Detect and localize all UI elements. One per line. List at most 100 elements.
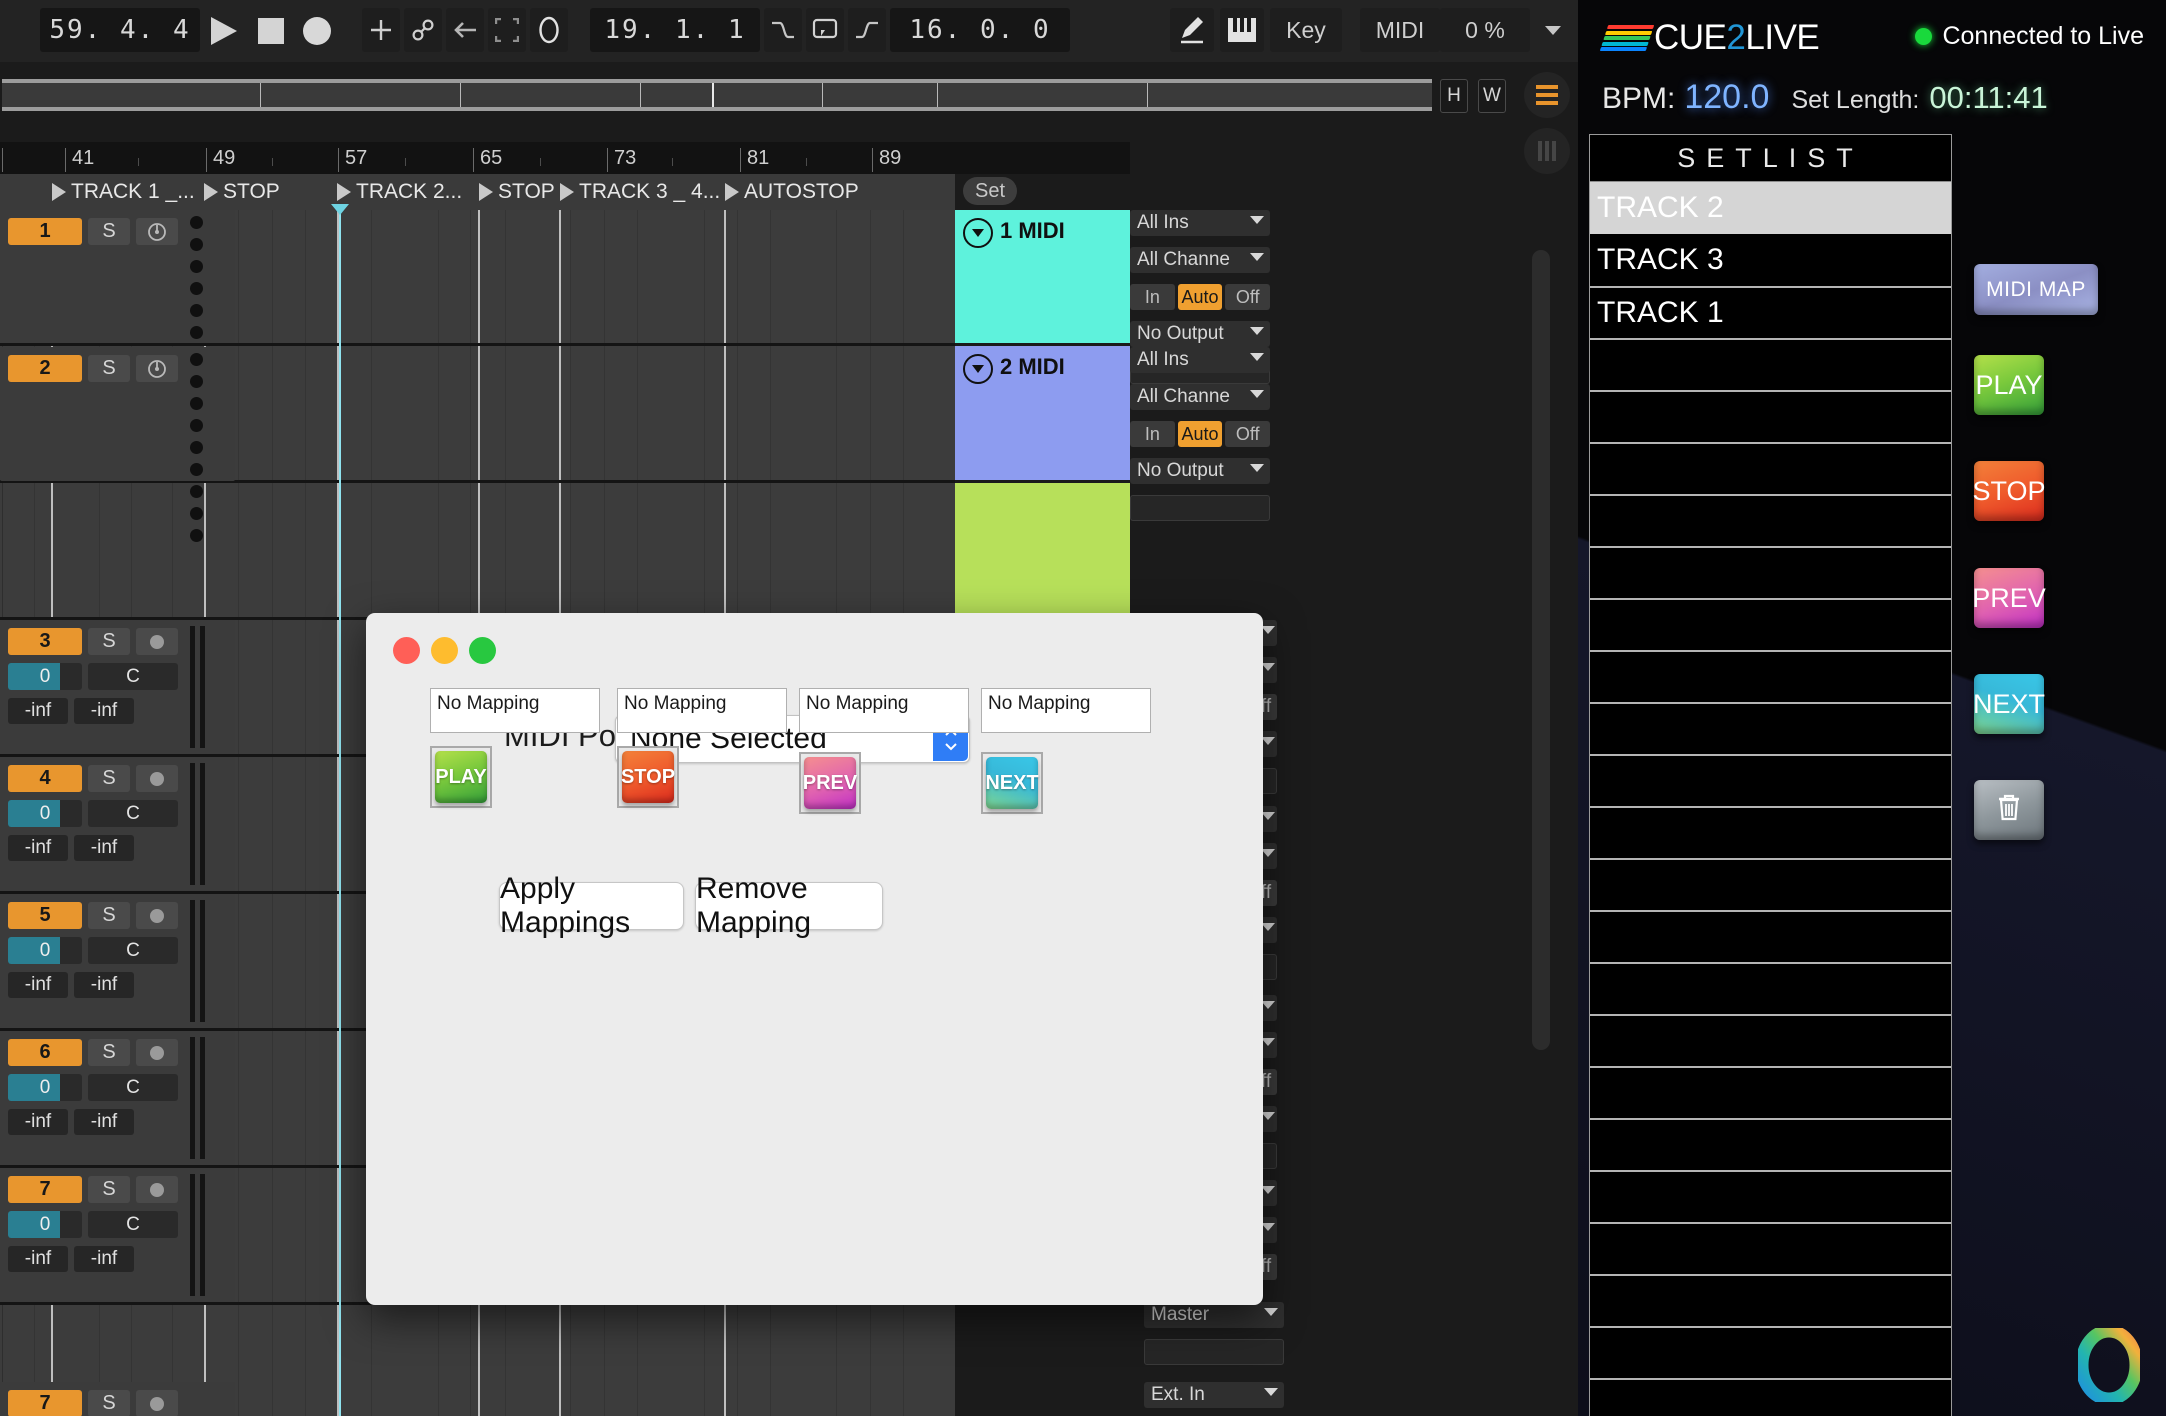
minimize-button[interactable] <box>431 637 458 664</box>
remove-mapping-button[interactable]: Remove Mapping <box>695 882 883 930</box>
input-type-chooser[interactable]: All Ins <box>1130 210 1270 236</box>
pan-letter[interactable]: C <box>88 1211 178 1238</box>
stop-icon[interactable] <box>248 10 294 52</box>
output-channel-chooser[interactable] <box>1144 1339 1284 1365</box>
track-activator[interactable]: 7 <box>8 1390 82 1416</box>
setlist-item[interactable] <box>1590 598 1951 650</box>
solo-button[interactable]: S <box>88 355 130 382</box>
peak-value[interactable]: -inf <box>74 1109 134 1135</box>
record-arm-icon[interactable] <box>136 765 178 792</box>
track-name[interactable]: 1 MIDI <box>955 210 1130 248</box>
setlist-item[interactable] <box>1590 1014 1951 1066</box>
pan-control[interactable]: 0 <box>8 1211 82 1238</box>
locator-marker[interactable]: AUTOSTOP <box>725 174 859 210</box>
stop-button[interactable]: STOP <box>1974 461 2044 521</box>
track-activator[interactable]: 4 <box>8 765 82 792</box>
locator-marker[interactable]: STOP <box>204 174 280 210</box>
solo-button[interactable]: S <box>88 218 130 245</box>
record-arm-icon[interactable] <box>136 355 178 382</box>
setlist-item[interactable]: TRACK 3 <box>1590 234 1951 286</box>
pan-control[interactable]: 0 <box>8 663 82 690</box>
solo-button[interactable]: S <box>88 902 130 929</box>
pan-letter[interactable]: C <box>88 800 178 827</box>
track-activator[interactable]: 1 <box>8 218 82 245</box>
input-type-chooser[interactable]: All Ins <box>1130 347 1270 373</box>
track-activator[interactable]: 2 <box>8 355 82 382</box>
loop-icon[interactable] <box>806 8 844 52</box>
monitor-off-button[interactable]: Off <box>1225 421 1270 447</box>
pan-control[interactable]: 0 <box>8 937 82 964</box>
track-header[interactable]: 2 MIDI <box>955 346 1130 480</box>
chevron-down-icon[interactable] <box>1545 26 1561 35</box>
track-activator[interactable]: 6 <box>8 1039 82 1066</box>
plus-icon[interactable] <box>362 8 400 52</box>
loop-length[interactable]: 16. 0. 0 <box>890 8 1070 52</box>
key-map-button[interactable]: Key <box>1270 8 1342 52</box>
punch-out-icon[interactable] <box>848 8 886 52</box>
volume-value[interactable]: -inf <box>8 972 68 998</box>
arrow-left-icon[interactable] <box>446 8 484 52</box>
locator-marker[interactable]: TRACK 2... <box>337 174 462 210</box>
session-view-icon[interactable] <box>1524 72 1570 118</box>
mapping-field-next[interactable]: No Mapping <box>981 688 1151 733</box>
setlist-item[interactable] <box>1590 1326 1951 1378</box>
volume-value[interactable]: -inf <box>8 698 68 724</box>
peak-value[interactable]: -inf <box>74 698 134 724</box>
solo-button[interactable]: S <box>88 1390 130 1416</box>
metronome-icon[interactable] <box>530 8 568 52</box>
input-type-chooser[interactable]: Ext. In <box>1144 1382 1284 1408</box>
setlist-item[interactable] <box>1590 1066 1951 1118</box>
record-arm-icon[interactable] <box>136 628 178 655</box>
locator-marker[interactable]: STOP <box>479 174 555 210</box>
pencil-icon[interactable] <box>1170 8 1214 52</box>
chevron-down-icon[interactable] <box>963 354 993 384</box>
track-header[interactable]: 1 MIDI <box>955 210 1130 343</box>
punch-in-icon[interactable] <box>764 8 802 52</box>
track-activator[interactable]: 7 <box>8 1176 82 1203</box>
solo-button[interactable]: S <box>88 628 130 655</box>
setlist-item[interactable] <box>1590 650 1951 702</box>
input-channel-chooser[interactable]: All Channe <box>1130 384 1270 410</box>
overview-height-button[interactable]: H <box>1440 79 1468 113</box>
setlist-item[interactable]: TRACK 2 <box>1590 182 1951 234</box>
monitor-auto-button[interactable]: Auto <box>1178 284 1223 310</box>
play-icon[interactable] <box>200 10 246 52</box>
arrangement-view-icon[interactable] <box>1524 128 1570 174</box>
next-button[interactable]: NEXT <box>1974 674 2044 734</box>
monitor-in-button[interactable]: In <box>1130 421 1175 447</box>
solo-button[interactable]: S <box>88 1039 130 1066</box>
vertical-scrollbar[interactable] <box>1532 250 1550 1050</box>
output-type-chooser[interactable]: Master <box>1144 1302 1284 1328</box>
mapping-field-stop[interactable]: No Mapping <box>617 688 787 733</box>
monitor-off-button[interactable]: Off <box>1225 284 1270 310</box>
record-arm-icon[interactable] <box>136 1390 178 1416</box>
play-button[interactable]: PLAY <box>1974 355 2044 415</box>
volume-value[interactable]: -inf <box>8 835 68 861</box>
set-button[interactable]: Set <box>963 177 1017 205</box>
setlist-item[interactable] <box>1590 1274 1951 1326</box>
pad-play[interactable]: PLAY <box>430 746 492 808</box>
setlist-item[interactable] <box>1590 702 1951 754</box>
input-channel-chooser[interactable]: All Channe <box>1130 247 1270 273</box>
midi-mapping-dialog[interactable]: MIDI Port: None Selected No Mapping No M… <box>366 613 1263 1305</box>
setlist-item[interactable] <box>1590 390 1951 442</box>
setlist-item[interactable] <box>1590 754 1951 806</box>
solo-button[interactable]: S <box>88 1176 130 1203</box>
crop-icon[interactable] <box>488 8 526 52</box>
monitor-auto-button[interactable]: Auto <box>1178 421 1223 447</box>
pan-control[interactable]: 0 <box>8 1074 82 1101</box>
close-button[interactable] <box>393 637 420 664</box>
pan-control[interactable]: 0 <box>8 800 82 827</box>
locator-marker[interactable]: TRACK 1 _... <box>52 174 195 210</box>
setlist-item[interactable] <box>1590 338 1951 390</box>
setlist-item[interactable]: TRACK 1 <box>1590 286 1951 338</box>
overview-width-button[interactable]: W <box>1478 79 1506 113</box>
setlist-item[interactable] <box>1590 442 1951 494</box>
record-arm-icon[interactable] <box>136 218 178 245</box>
peak-value[interactable]: -inf <box>74 835 134 861</box>
record-arm-icon[interactable] <box>136 1176 178 1203</box>
monitor-in-button[interactable]: In <box>1130 284 1175 310</box>
output-type-chooser[interactable]: No Output <box>1130 458 1270 484</box>
pan-letter[interactable]: C <box>88 663 178 690</box>
volume-value[interactable]: -inf <box>8 1246 68 1272</box>
